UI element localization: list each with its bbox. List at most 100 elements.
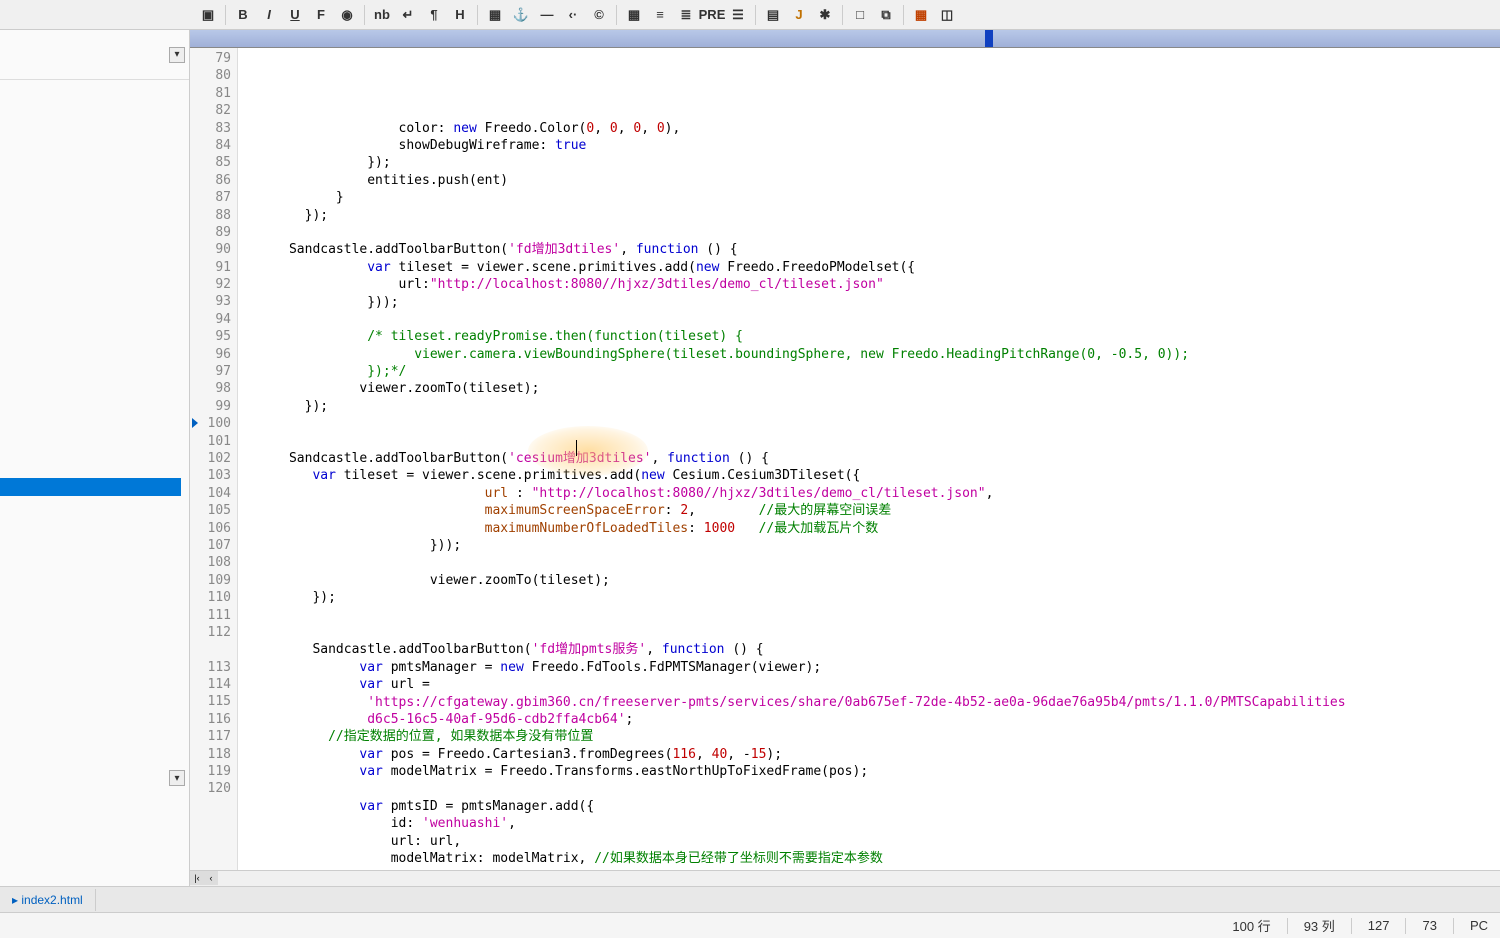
- code-line[interactable]: });: [242, 154, 1496, 171]
- code-line[interactable]: 'https://cfgateway.gbim360.cn/freeserver…: [242, 694, 1496, 711]
- line-number: 113: [192, 659, 231, 676]
- table-icon[interactable]: ▦: [622, 3, 646, 27]
- code-line[interactable]: [242, 607, 1496, 624]
- anchor-icon[interactable]: ⚓: [509, 3, 533, 27]
- image-icon[interactable]: ▦: [483, 3, 507, 27]
- horizontal-scrollbar[interactable]: |‹ ‹: [190, 870, 1500, 886]
- panel-dropdown-icon[interactable]: ▾: [169, 47, 185, 63]
- line-number: 94: [192, 311, 231, 328]
- code-line[interactable]: id: 'wenhuashi',: [242, 815, 1496, 832]
- line-number: 91: [192, 259, 231, 276]
- heading-button[interactable]: H: [448, 3, 472, 27]
- code-line[interactable]: url:"http://localhost:8080//hjxz/3dtiles…: [242, 276, 1496, 293]
- line-number: 101: [192, 433, 231, 450]
- status-mode: PC: [1470, 918, 1488, 933]
- side-panel: ▾ ▾: [0, 30, 190, 886]
- grid-icon[interactable]: ▦: [909, 3, 933, 27]
- code-line[interactable]: [242, 780, 1496, 797]
- line-number: 96: [192, 346, 231, 363]
- code-line[interactable]: [242, 224, 1496, 241]
- copyright-icon[interactable]: ©: [587, 3, 611, 27]
- scroll-left-icon[interactable]: ‹: [204, 871, 218, 885]
- tab-index2[interactable]: ▸ index2.html: [0, 889, 96, 911]
- nb-button[interactable]: nb: [370, 3, 394, 27]
- return-icon[interactable]: ↵: [396, 3, 420, 27]
- code-line[interactable]: var tileset = viewer.scene.primitives.ad…: [242, 259, 1496, 276]
- paragraph-button[interactable]: ¶: [422, 3, 446, 27]
- font-button[interactable]: F: [309, 3, 333, 27]
- line-number: 99: [192, 398, 231, 415]
- code-line[interactable]: color: new Freedo.Color(0, 0, 0, 0),: [242, 120, 1496, 137]
- code-line[interactable]: [242, 311, 1496, 328]
- code-line[interactable]: var pos = Freedo.Cartesian3.fromDegrees(…: [242, 746, 1496, 763]
- line-number: 116: [192, 711, 231, 728]
- code-line[interactable]: });: [242, 207, 1496, 224]
- line-icon[interactable]: —: [535, 3, 559, 27]
- code-line[interactable]: d6c5-16c5-40af-95d6-cdb2ffa4cb64';: [242, 711, 1496, 728]
- arrow-left-icon[interactable]: ‹·: [561, 3, 585, 27]
- sidebar-selection[interactable]: [0, 478, 181, 496]
- code-line[interactable]: viewer.zoomTo(tileset);: [242, 572, 1496, 589]
- code-line[interactable]: var pmtsID = pmtsManager.add({: [242, 798, 1496, 815]
- code-line[interactable]: url : "http://localhost:8080//hjxz/3dtil…: [242, 485, 1496, 502]
- frame-icon[interactable]: ⧉: [874, 3, 898, 27]
- align-center-icon[interactable]: ≡: [648, 3, 672, 27]
- code-line[interactable]: }: [242, 189, 1496, 206]
- code-line[interactable]: var url =: [242, 676, 1496, 693]
- code-line[interactable]: viewer.camera.viewBoundingSphere(tileset…: [242, 346, 1496, 363]
- code-line[interactable]: var tileset = viewer.scene.primitives.ad…: [242, 467, 1496, 484]
- code-line[interactable]: [242, 624, 1496, 641]
- line-number: 114: [192, 676, 231, 693]
- code-line[interactable]: Sandcastle.addToolbarButton('fd增加3dtiles…: [242, 241, 1496, 258]
- code-line[interactable]: maximumNumberOfLoadedTiles: 1000 //最大加载瓦…: [242, 520, 1496, 537]
- line-number: 115: [192, 693, 231, 710]
- code-line[interactable]: showDebugWireframe: true: [242, 137, 1496, 154]
- line-number: 89: [192, 224, 231, 241]
- code-line[interactable]: entities.push(ent): [242, 172, 1496, 189]
- code-line[interactable]: });: [242, 589, 1496, 606]
- list-icon[interactable]: ☰: [726, 3, 750, 27]
- code-editor[interactable]: color: new Freedo.Color(0, 0, 0, 0), sho…: [238, 48, 1500, 870]
- line-number: 117: [192, 728, 231, 745]
- line-number: 103: [192, 467, 231, 484]
- calendar-icon[interactable]: ▤: [761, 3, 785, 27]
- layout-icon[interactable]: ◫: [935, 3, 959, 27]
- panel-dropdown2-icon[interactable]: ▾: [169, 770, 185, 786]
- code-line[interactable]: [242, 415, 1496, 432]
- code-line[interactable]: maximumScreenSpaceError: 2, //最大的屏幕空间误差: [242, 502, 1496, 519]
- window-icon[interactable]: □: [848, 3, 872, 27]
- doc-icon[interactable]: ▣: [196, 3, 220, 27]
- underline-button[interactable]: U: [283, 3, 307, 27]
- code-line[interactable]: }));: [242, 537, 1496, 554]
- status-lines: 127: [1368, 918, 1390, 933]
- scroll-start-icon[interactable]: |‹: [190, 871, 204, 885]
- pre-button[interactable]: PRE: [700, 3, 724, 27]
- line-number: 108: [192, 554, 231, 571]
- italic-button[interactable]: I: [257, 3, 281, 27]
- code-line[interactable]: /* tileset.readyPromise.then(function(ti…: [242, 328, 1496, 345]
- js-button[interactable]: J: [787, 3, 811, 27]
- code-line[interactable]: //指定数据的位置, 如果数据本身没有带位置: [242, 728, 1496, 745]
- line-number: 106: [192, 520, 231, 537]
- code-line[interactable]: Sandcastle.addToolbarButton('fd增加pmts服务'…: [242, 641, 1496, 658]
- code-line[interactable]: });*/: [242, 363, 1496, 380]
- code-line[interactable]: modelMatrix: modelMatrix, //如果数据本身已经带了坐标…: [242, 850, 1496, 867]
- code-line[interactable]: Sandcastle.addToolbarButton('cesium增加3dt…: [242, 450, 1496, 467]
- code-line[interactable]: [242, 554, 1496, 571]
- code-line[interactable]: [242, 433, 1496, 450]
- code-line[interactable]: url: url,: [242, 833, 1496, 850]
- color-icon[interactable]: ◉: [335, 3, 359, 27]
- align-right-icon[interactable]: ≣: [674, 3, 698, 27]
- code-line[interactable]: }));: [242, 294, 1496, 311]
- bold-button[interactable]: B: [231, 3, 255, 27]
- code-line[interactable]: var pmtsManager = new Freedo.FdTools.FdP…: [242, 659, 1496, 676]
- ruler-cursor-marker: [985, 30, 993, 48]
- line-number: 88: [192, 207, 231, 224]
- line-number: 87: [192, 189, 231, 206]
- line-number: 82: [192, 102, 231, 119]
- code-line[interactable]: viewer.zoomTo(tileset);: [242, 380, 1496, 397]
- code-line[interactable]: });: [242, 398, 1496, 415]
- line-number: 93: [192, 293, 231, 310]
- code-line[interactable]: var modelMatrix = Freedo.Transforms.east…: [242, 763, 1496, 780]
- script-icon[interactable]: ✱: [813, 3, 837, 27]
